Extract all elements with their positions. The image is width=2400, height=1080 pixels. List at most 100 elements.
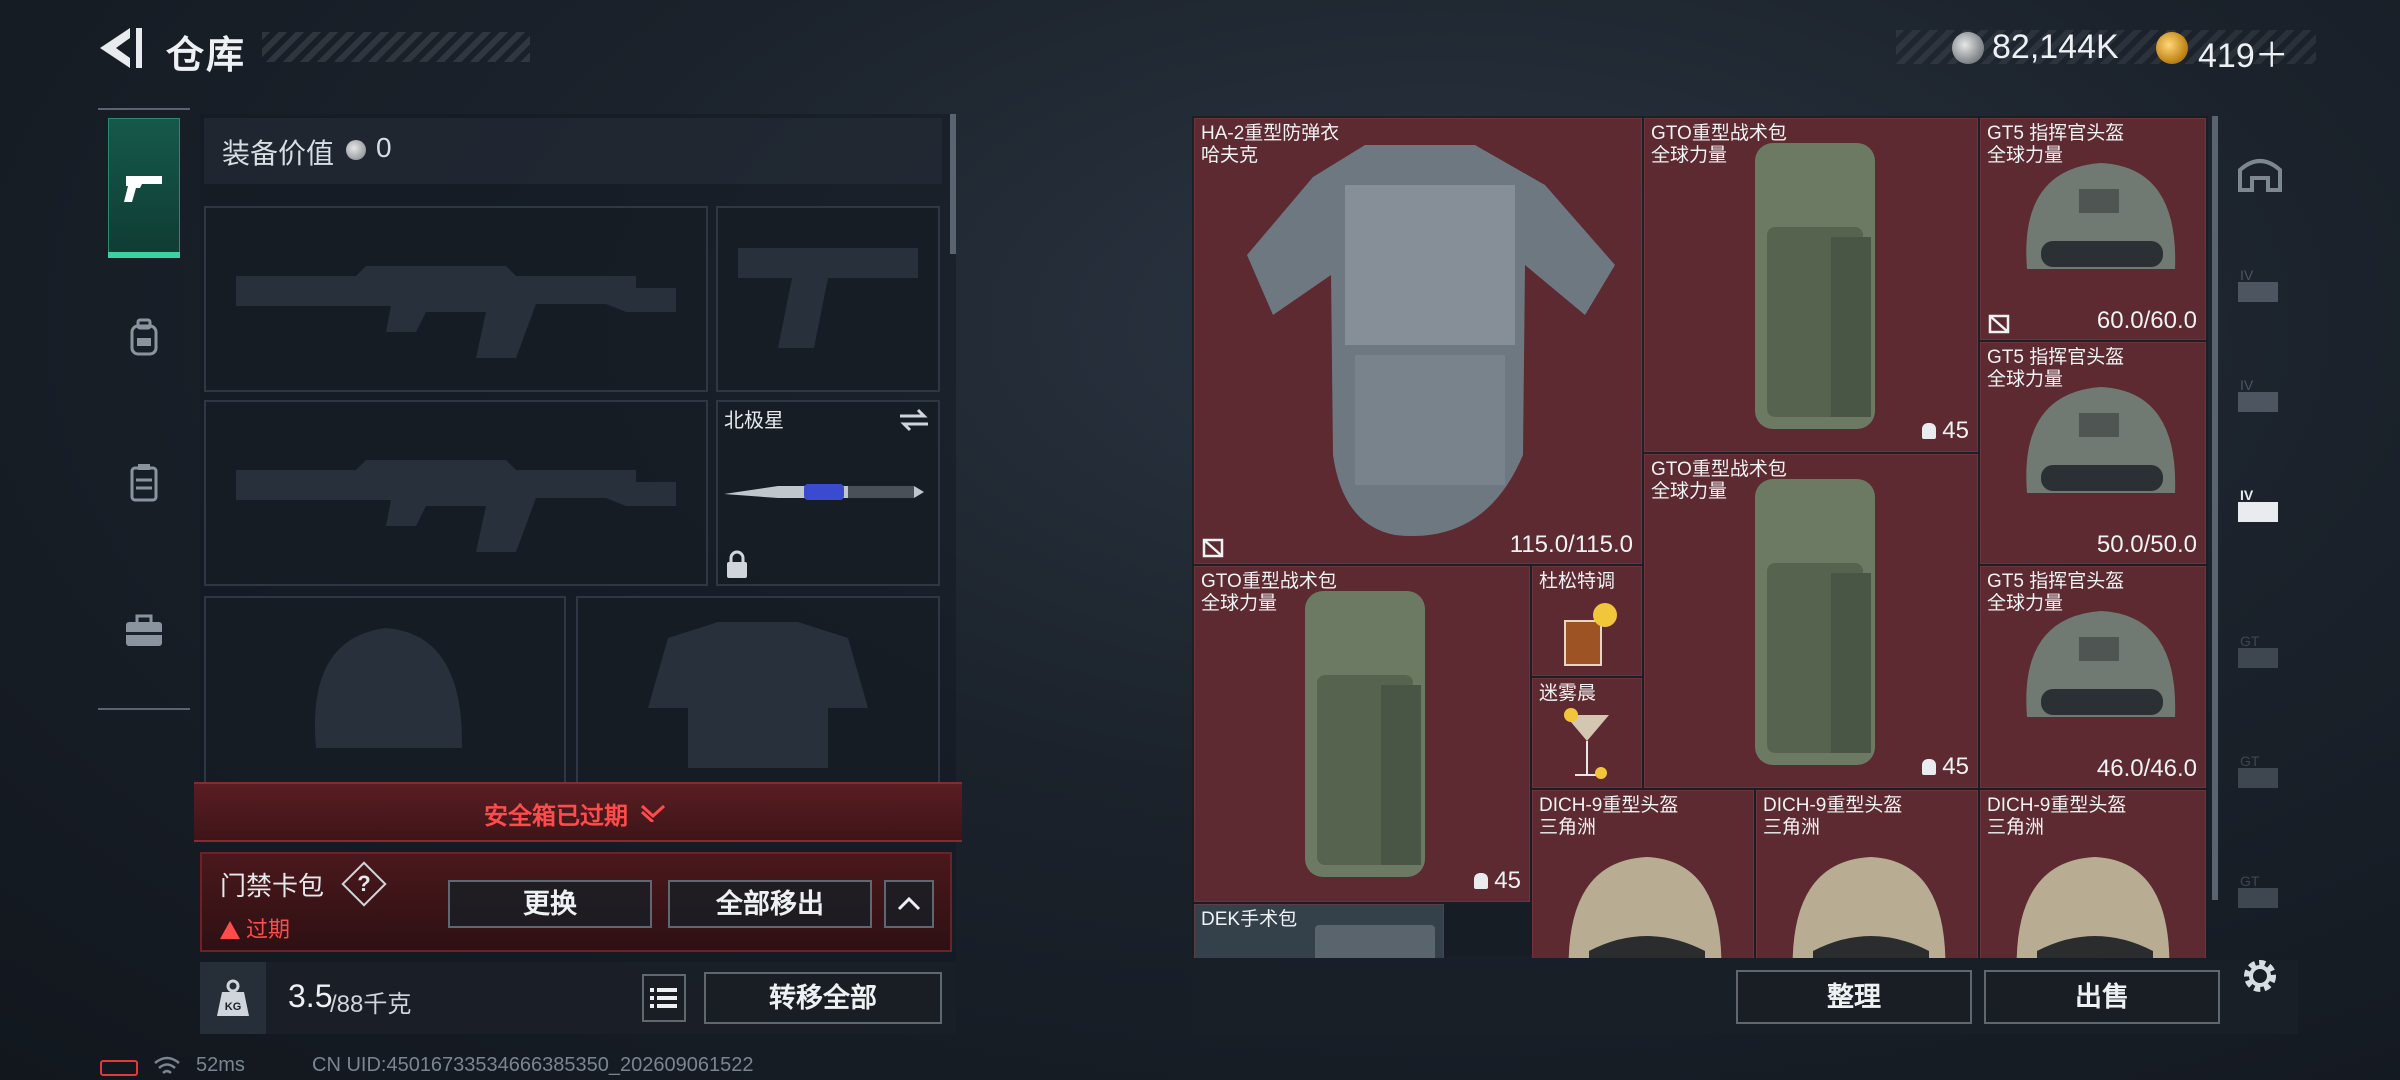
currency-gold-amount[interactable]: 419＋ [2198,28,2289,77]
equip-value-amount: 0 [376,132,392,163]
grid-item-backpack[interactable]: GTO重型战术包 全球力量 45 [1644,454,1978,788]
collapse-button[interactable] [884,880,934,928]
grid-item-backpack[interactable]: GTO重型战术包 全球力量 45 [1644,118,1978,452]
svg-text:GT: GT [2240,873,2260,889]
item-name: 迷雾晨 [1539,683,1597,704]
item-faction: 全球力量 [1651,145,1728,166]
no-repair-icon [1988,314,2010,334]
pistol-icon [124,176,162,202]
lock-icon [727,550,747,578]
chevron-up-icon [897,896,921,911]
grid-item-backpack[interactable]: GTO重型战术包 全球力量 45 [1194,566,1530,902]
safe-box-status: 安全箱已过期 [484,803,628,830]
svg-text:GT: GT [2240,633,2260,649]
grid-item-helmet[interactable]: GT5 指挥官头盔 全球力量 46.0/46.0 [1980,566,2206,788]
backpack-image [1305,591,1425,877]
stash-scrollbar[interactable] [2212,116,2218,900]
back-arrow-icon[interactable] [96,22,146,74]
grid-item-helmet[interactable]: DICH-9重型头盔 三角洲 [1756,790,1978,958]
storage-tab-icon[interactable]: GT [2234,750,2286,794]
rifle-silhouette-icon [236,460,676,552]
storage-tab-icon[interactable]: IV [2234,374,2286,418]
item-faction: 全球力量 [1987,369,2064,390]
secondary-primary-slot[interactable] [204,400,708,586]
currency-silver-amount: 82,144K [1992,28,2119,66]
backpack-image [1755,479,1875,765]
weight-icon-box: KG [200,962,266,1034]
item-name: DICH-9重型头盔 [1763,795,1903,816]
equip-value-label: 装备价值 [222,138,335,169]
title-decoration [262,32,530,62]
item-name: DICH-9重型头盔 [1987,795,2127,816]
weight-kg-icon: KG [217,979,249,1016]
item-name: DEK手术包 [1201,909,1298,930]
item-name: GTO重型战术包 [1651,459,1787,480]
item-capacity: 45 [1922,753,1969,781]
vest-icon[interactable] [122,460,166,504]
svg-text:IV: IV [2240,377,2254,393]
grid-item-armor[interactable]: HA-2重型防弹衣 哈夫克 115.0/115.0 [1194,118,1642,564]
armor-image [1247,145,1615,536]
keycard-pack-title: 门禁卡包 [220,871,325,901]
stash-tabs: IV IV IV GT GT GT [2224,116,2296,956]
svg-text:GT: GT [2240,753,2260,769]
item-faction: 全球力量 [1651,481,1728,502]
grid-item-helmet[interactable]: GT5 指挥官头盔 全球力量 60.0/60.0 [1980,118,2206,340]
nav-divider [98,108,190,110]
page-title: 仓库 [166,35,247,77]
nav-active-indicator [108,252,180,258]
warning-icon [220,921,240,939]
secondary-weapon-slot[interactable] [716,206,940,392]
nav-divider [98,708,190,710]
sell-button[interactable]: 出售 [1984,970,2220,1024]
pistol-silhouette-icon [738,248,918,348]
help-icon[interactable]: ? [348,868,380,900]
item-faction: 三角洲 [1539,817,1597,838]
medkit-image [1315,925,1435,958]
backpack-image [1755,143,1875,429]
primary-weapon-slot[interactable] [204,206,708,392]
svg-text:KG: KG [225,1001,242,1013]
gear-icon[interactable] [2238,954,2282,998]
item-name: GT5 指挥官头盔 [1987,571,2125,592]
briefcase-icon[interactable] [122,610,166,654]
sort-button[interactable]: 整理 [1736,970,1972,1024]
weight-max: /88千克 [330,991,412,1018]
rifle-silhouette-icon [236,266,676,358]
move-all-out-button[interactable]: 全部移出 [668,880,872,928]
coin-icon [346,140,366,160]
item-faction: 全球力量 [1987,593,2064,614]
storage-tab-icon[interactable]: IV [2234,264,2286,308]
silver-coin-icon [1952,32,1984,64]
grid-item-helmet[interactable]: DICH-9重型头盔 三角洲 [1532,790,1754,958]
stash-home-icon[interactable] [2234,150,2286,194]
replace-button[interactable]: 更换 [448,880,652,928]
item-name: GTO重型战术包 [1651,123,1787,144]
grid-item-helmet[interactable]: GT5 指挥官头盔 全球力量 50.0/50.0 [1980,342,2206,564]
grid-item-helmet[interactable]: DICH-9重型头盔 三角洲 [1980,790,2206,958]
list-view-button[interactable] [642,974,686,1022]
item-name: GT5 指挥官头盔 [1987,123,2125,144]
loadout-scrollbar[interactable] [950,114,956,254]
svg-text:IV: IV [2240,487,2254,503]
grid-item-drink[interactable]: 杜松特调 [1532,566,1642,676]
storage-tab-icon-active[interactable]: IV [2234,484,2286,528]
armor-slot[interactable] [576,596,940,786]
item-faction: 三角洲 [1763,817,1821,838]
item-durability: 46.0/46.0 [2096,755,2197,782]
transfer-all-button[interactable]: 转移全部 [704,972,942,1024]
helmet-image [1792,857,1946,958]
item-durability: 115.0/115.0 [1509,531,1633,558]
item-name: DICH-9重型头盔 [1539,795,1679,816]
storage-tab-icon[interactable]: GT [2234,870,2286,914]
grid-item-cocktail[interactable]: 迷雾晨 [1532,678,1642,788]
melee-item-name: 北极星 [724,410,784,432]
list-icon [650,988,677,1008]
storage-tab-icon[interactable]: GT [2234,630,2286,674]
helmet-image [2026,387,2176,493]
swap-icon[interactable] [898,406,930,434]
item-capacity: 45 [1922,417,1969,445]
grid-item-medkit[interactable]: DEK手术包 [1194,904,1444,958]
helmet-slot[interactable] [204,596,566,786]
backpack-icon[interactable] [122,316,166,360]
